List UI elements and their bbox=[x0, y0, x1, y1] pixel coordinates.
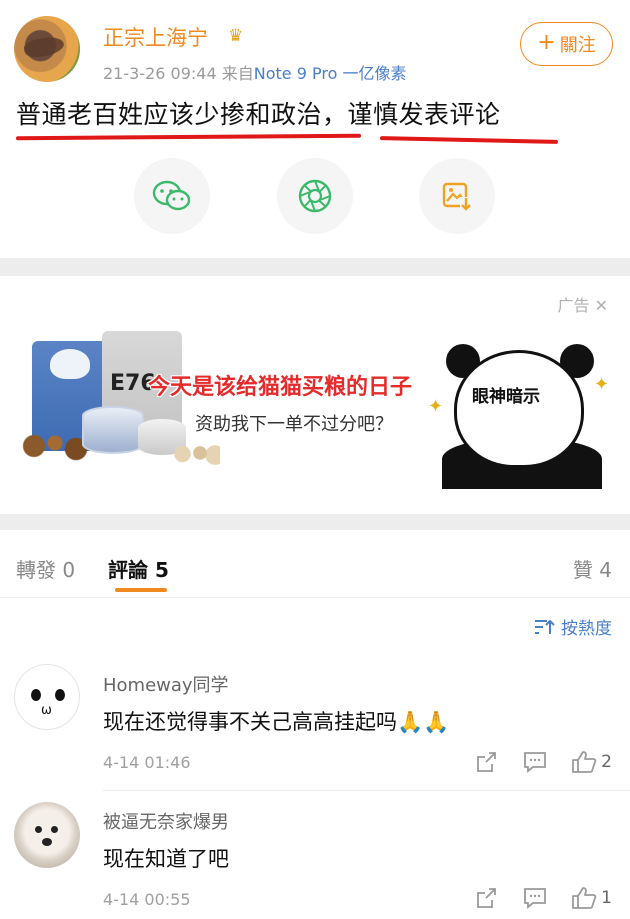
avatar-eye-right bbox=[55, 689, 65, 701]
source-prefix: 来自 bbox=[221, 64, 254, 83]
commenter-avatar[interactable]: ω bbox=[14, 664, 80, 730]
weibo-post: 正宗上海宁 ♛ 21-3-26 09:44 来自Note 9 Pro 一亿像素 … bbox=[0, 0, 630, 258]
avatar-eye-left bbox=[31, 689, 41, 701]
tab-comments-count: 5 bbox=[154, 558, 169, 582]
comment-text: 现在知道了吧 bbox=[103, 847, 229, 871]
moments-icon bbox=[298, 179, 332, 213]
panda-head bbox=[454, 350, 584, 468]
post-text-part1: 普通老百姓应该少掺和政治 bbox=[16, 100, 323, 129]
comment-text-body: 现在还觉得事不关己高高挂起吗 bbox=[103, 710, 397, 734]
avatar-mouth: ω bbox=[41, 703, 52, 718]
commenter-avatar[interactable] bbox=[14, 802, 80, 868]
comment-divider bbox=[103, 790, 630, 791]
tab-likes[interactable]: 贊 4 bbox=[573, 554, 612, 583]
post-tabs: 轉發 0 評論 5 贊 4 bbox=[0, 530, 630, 598]
treat-pile bbox=[170, 443, 220, 465]
active-tab-indicator bbox=[115, 588, 167, 592]
tab-likes-count: 4 bbox=[599, 558, 612, 582]
post-body: 普通老百姓应该少掺和政治，谨慎发表评论 bbox=[16, 95, 501, 131]
like-count: 2 bbox=[601, 752, 612, 772]
sort-label: 按熱度 bbox=[561, 619, 612, 639]
ad-banner[interactable]: 广告 ✕ E76 今天是该给猫猫买粮的日子 资助我下一单不过分吧？ 眼神暗示 ✦… bbox=[0, 276, 630, 514]
device-link[interactable]: Note 9 Pro 一亿像素 bbox=[254, 64, 407, 83]
post-text-part2: 谨慎发表评论 bbox=[347, 100, 501, 129]
save-image-icon bbox=[442, 182, 472, 211]
share-wechat-button[interactable] bbox=[134, 158, 210, 234]
panda-text: 眼神暗示 bbox=[472, 387, 540, 407]
cat-food-can bbox=[82, 406, 144, 454]
reply-comment-button[interactable] bbox=[523, 887, 547, 909]
post-timestamp: 21-3-26 09:44 bbox=[103, 64, 217, 83]
commenter-name[interactable]: Homeway同学 bbox=[103, 671, 229, 697]
tab-comments-label: 評論 bbox=[108, 558, 148, 582]
plus-icon: + bbox=[537, 30, 556, 55]
sparkle-icon: ✦ bbox=[594, 374, 610, 395]
post-meta: 21-3-26 09:44 来自Note 9 Pro 一亿像素 bbox=[103, 60, 406, 84]
comment-icon bbox=[524, 888, 547, 909]
kibble-pile bbox=[20, 431, 90, 461]
ad-headline: 今天是该给猫猫买粮的日子 bbox=[148, 375, 413, 400]
ad-subtext: 资助我下一单不过分吧？ bbox=[195, 414, 393, 435]
reply-comment-button[interactable] bbox=[523, 751, 547, 773]
share-icon bbox=[477, 752, 497, 772]
avatar-eye-left bbox=[35, 826, 42, 833]
comment-actions: 2 bbox=[451, 750, 612, 774]
like-comment-button[interactable]: 2 bbox=[571, 750, 612, 774]
comment-time: 4-14 01:46 bbox=[103, 753, 191, 772]
like-count: 1 bbox=[601, 888, 612, 908]
tab-repost-label: 轉發 bbox=[16, 558, 56, 582]
comment-icon bbox=[524, 752, 547, 773]
comment-actions: 1 bbox=[451, 886, 612, 910]
follow-label: 關注 bbox=[559, 35, 596, 56]
sort-icon bbox=[535, 619, 555, 634]
tab-likes-label: 贊 bbox=[572, 558, 593, 582]
share-moments-button[interactable] bbox=[277, 158, 353, 234]
comment-text: 现在还觉得事不关己高高挂起吗🙏🙏 bbox=[103, 706, 449, 736]
share-row bbox=[0, 158, 630, 234]
avatar-eye-right bbox=[51, 826, 58, 833]
ad-label: 广告 ✕ bbox=[557, 292, 608, 316]
tab-comments[interactable]: 評論 5 bbox=[108, 554, 169, 583]
section-divider bbox=[0, 514, 630, 530]
tab-repost[interactable]: 轉發 0 bbox=[16, 554, 75, 583]
ad-label-text: 广告 bbox=[557, 296, 590, 315]
share-icon bbox=[477, 888, 497, 908]
thumbs-up-icon bbox=[572, 887, 597, 909]
wechat-icon bbox=[152, 180, 191, 211]
commenter-name[interactable]: 被逼无奈家爆男 bbox=[103, 808, 229, 834]
tab-repost-count: 0 bbox=[62, 558, 76, 582]
red-underline-2 bbox=[379, 136, 559, 144]
follow-button[interactable]: + 關注 bbox=[520, 22, 613, 66]
praying-hands-emoji: 🙏🙏 bbox=[397, 710, 450, 734]
sparkle-icon: ✦ bbox=[428, 396, 444, 417]
repost-comment-button[interactable] bbox=[475, 887, 499, 909]
save-image-button[interactable] bbox=[419, 158, 495, 234]
comment-time: 4-14 00:55 bbox=[103, 890, 191, 909]
like-comment-button[interactable]: 1 bbox=[571, 886, 612, 910]
vip-crown-icon: ♛ bbox=[228, 26, 244, 46]
author-name[interactable]: 正宗上海宁 bbox=[103, 22, 208, 52]
close-icon[interactable]: ✕ bbox=[595, 296, 608, 315]
panda-meme: 眼神暗示 bbox=[442, 344, 602, 489]
author-avatar[interactable] bbox=[14, 16, 80, 82]
post-text-sep: ， bbox=[322, 100, 348, 129]
section-divider bbox=[0, 258, 630, 276]
avatar-nose bbox=[42, 838, 52, 846]
repost-comment-button[interactable] bbox=[475, 751, 499, 773]
thumbs-up-icon bbox=[572, 751, 597, 773]
sort-by-hot-button[interactable]: 按熱度 bbox=[533, 614, 612, 639]
red-underline-1 bbox=[15, 133, 362, 141]
